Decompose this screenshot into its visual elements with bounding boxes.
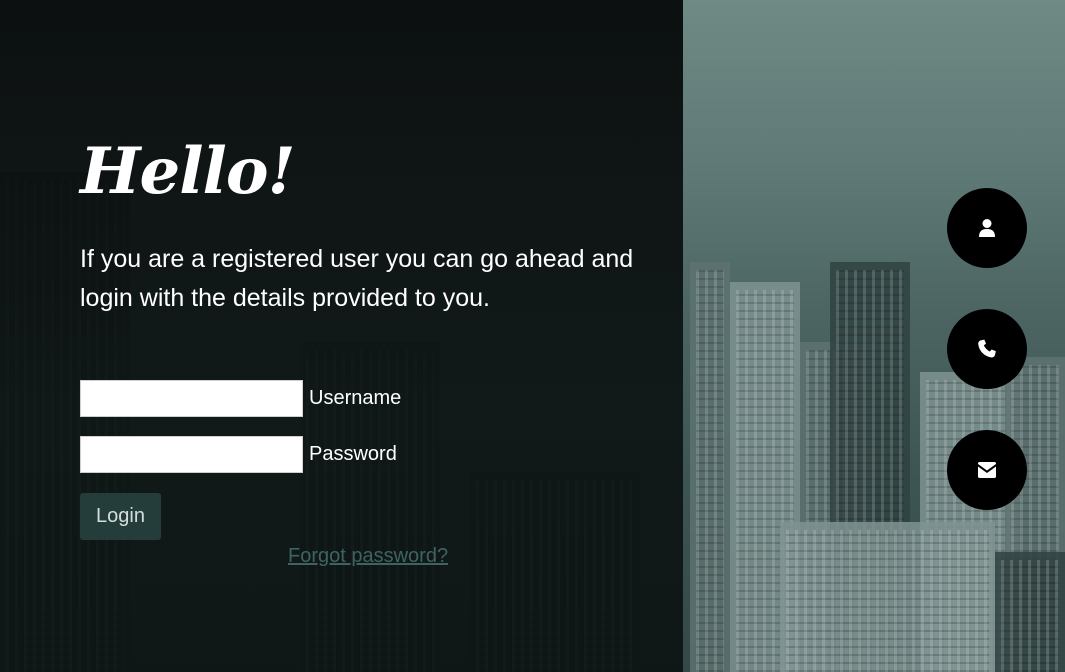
- password-input[interactable]: [80, 436, 303, 473]
- username-row: Username: [80, 380, 640, 417]
- password-label: Password: [309, 443, 397, 465]
- user-icon: [979, 219, 995, 237]
- envelope-icon: [978, 462, 996, 478]
- phone-icon: [978, 339, 996, 358]
- page-title: Hello!: [80, 134, 296, 209]
- side-contact-buttons: [947, 188, 1027, 551]
- forgot-password-link[interactable]: Forgot password?: [288, 545, 640, 568]
- background-building: [690, 262, 730, 672]
- login-content: Hello! If you are a registered user you …: [80, 134, 640, 568]
- login-page: Hello! If you are a registered user you …: [0, 0, 1065, 672]
- background-building: [995, 552, 1065, 672]
- username-input[interactable]: [80, 380, 303, 417]
- phone-button[interactable]: [947, 309, 1027, 389]
- email-button[interactable]: [947, 430, 1027, 510]
- login-form: Username Password Login Forgot password?: [80, 380, 640, 568]
- password-row: Password: [80, 436, 640, 473]
- username-label: Username: [309, 387, 402, 409]
- intro-text: If you are a registered user you can go …: [80, 245, 634, 312]
- user-button[interactable]: [947, 188, 1027, 268]
- login-button[interactable]: Login: [80, 493, 161, 540]
